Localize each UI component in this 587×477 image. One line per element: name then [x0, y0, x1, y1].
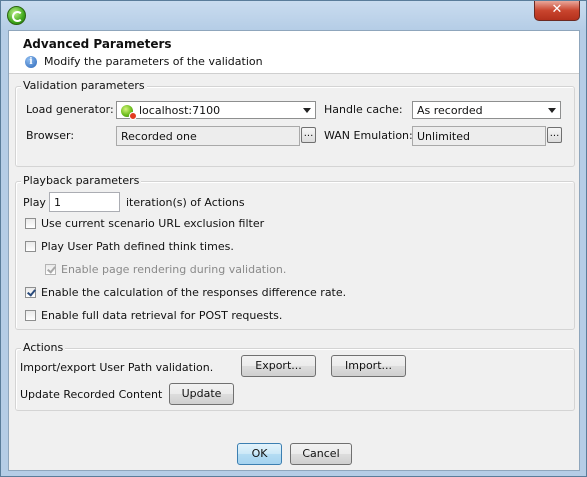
browser-value: Recorded one: [121, 130, 197, 143]
cancel-button[interactable]: Cancel: [290, 443, 352, 465]
import-button[interactable]: Import...: [331, 355, 406, 377]
handle-cache-value: As recorded: [417, 104, 483, 117]
browser-field: Recorded one: [116, 126, 300, 146]
update-recorded-label: Update Recorded Content: [20, 388, 163, 401]
wan-emulation-label: WAN Emulation:: [324, 129, 413, 142]
post-data-retrieval-checkbox[interactable]: [25, 310, 36, 321]
handle-cache-label: Handle cache:: [324, 103, 403, 116]
page-rendering-label: Enable page rendering during validation.: [61, 263, 287, 276]
wan-browse-button[interactable]: ...: [547, 127, 562, 143]
playback-group-label: Playback parameters: [21, 174, 142, 187]
handle-cache-select[interactable]: As recorded: [412, 101, 561, 119]
dialog-client-area: Advanced Parameters i Modify the paramet…: [8, 30, 580, 471]
wan-emulation-value: Unlimited: [417, 130, 470, 143]
dialog-title: Advanced Parameters: [23, 37, 172, 51]
iterations-input[interactable]: 1: [49, 192, 120, 212]
load-generator-status-icon: [129, 112, 137, 120]
browser-browse-button[interactable]: ...: [301, 127, 316, 143]
url-exclusion-checkbox[interactable]: [25, 218, 36, 229]
difference-rate-label: Enable the calculation of the responses …: [41, 286, 347, 299]
close-button[interactable]: ✕: [534, 1, 580, 21]
load-generator-label: Load generator:: [26, 103, 114, 116]
ok-button[interactable]: OK: [237, 443, 282, 465]
dialog-subtitle: Modify the parameters of the validation: [44, 55, 263, 68]
load-generator-value: localhost:7100: [139, 104, 221, 117]
think-times-label: Play User Path defined think times.: [41, 240, 234, 253]
import-export-label: Import/export User Path validation.: [20, 361, 214, 374]
wan-emulation-field: Unlimited: [412, 126, 546, 146]
iterations-label: iteration(s) of Actions: [126, 196, 245, 209]
url-exclusion-label: Use current scenario URL exclusion filte…: [41, 217, 265, 230]
chevron-down-icon: [548, 108, 556, 113]
actions-group-label: Actions: [21, 341, 66, 354]
chevron-down-icon: [303, 108, 311, 113]
iterations-value: 1: [54, 196, 61, 209]
title-bar[interactable]: ✕: [1, 1, 586, 29]
difference-rate-checkbox[interactable]: [25, 287, 36, 298]
browser-label: Browser:: [26, 129, 75, 142]
page-rendering-checkbox[interactable]: [45, 264, 56, 275]
dialog-window: ✕ Advanced Parameters i Modify the param…: [0, 0, 587, 477]
dialog-header: Advanced Parameters i Modify the paramet…: [9, 31, 579, 74]
app-logo-icon: [7, 6, 26, 25]
info-icon: i: [25, 56, 37, 68]
post-data-retrieval-label: Enable full data retrieval for POST requ…: [41, 309, 283, 322]
load-generator-select[interactable]: localhost:7100: [116, 101, 316, 120]
play-label: Play: [23, 196, 46, 209]
export-button[interactable]: Export...: [241, 355, 316, 377]
validation-group-label: Validation parameters: [21, 79, 147, 92]
think-times-checkbox[interactable]: [25, 241, 36, 252]
update-button[interactable]: Update: [169, 383, 234, 405]
